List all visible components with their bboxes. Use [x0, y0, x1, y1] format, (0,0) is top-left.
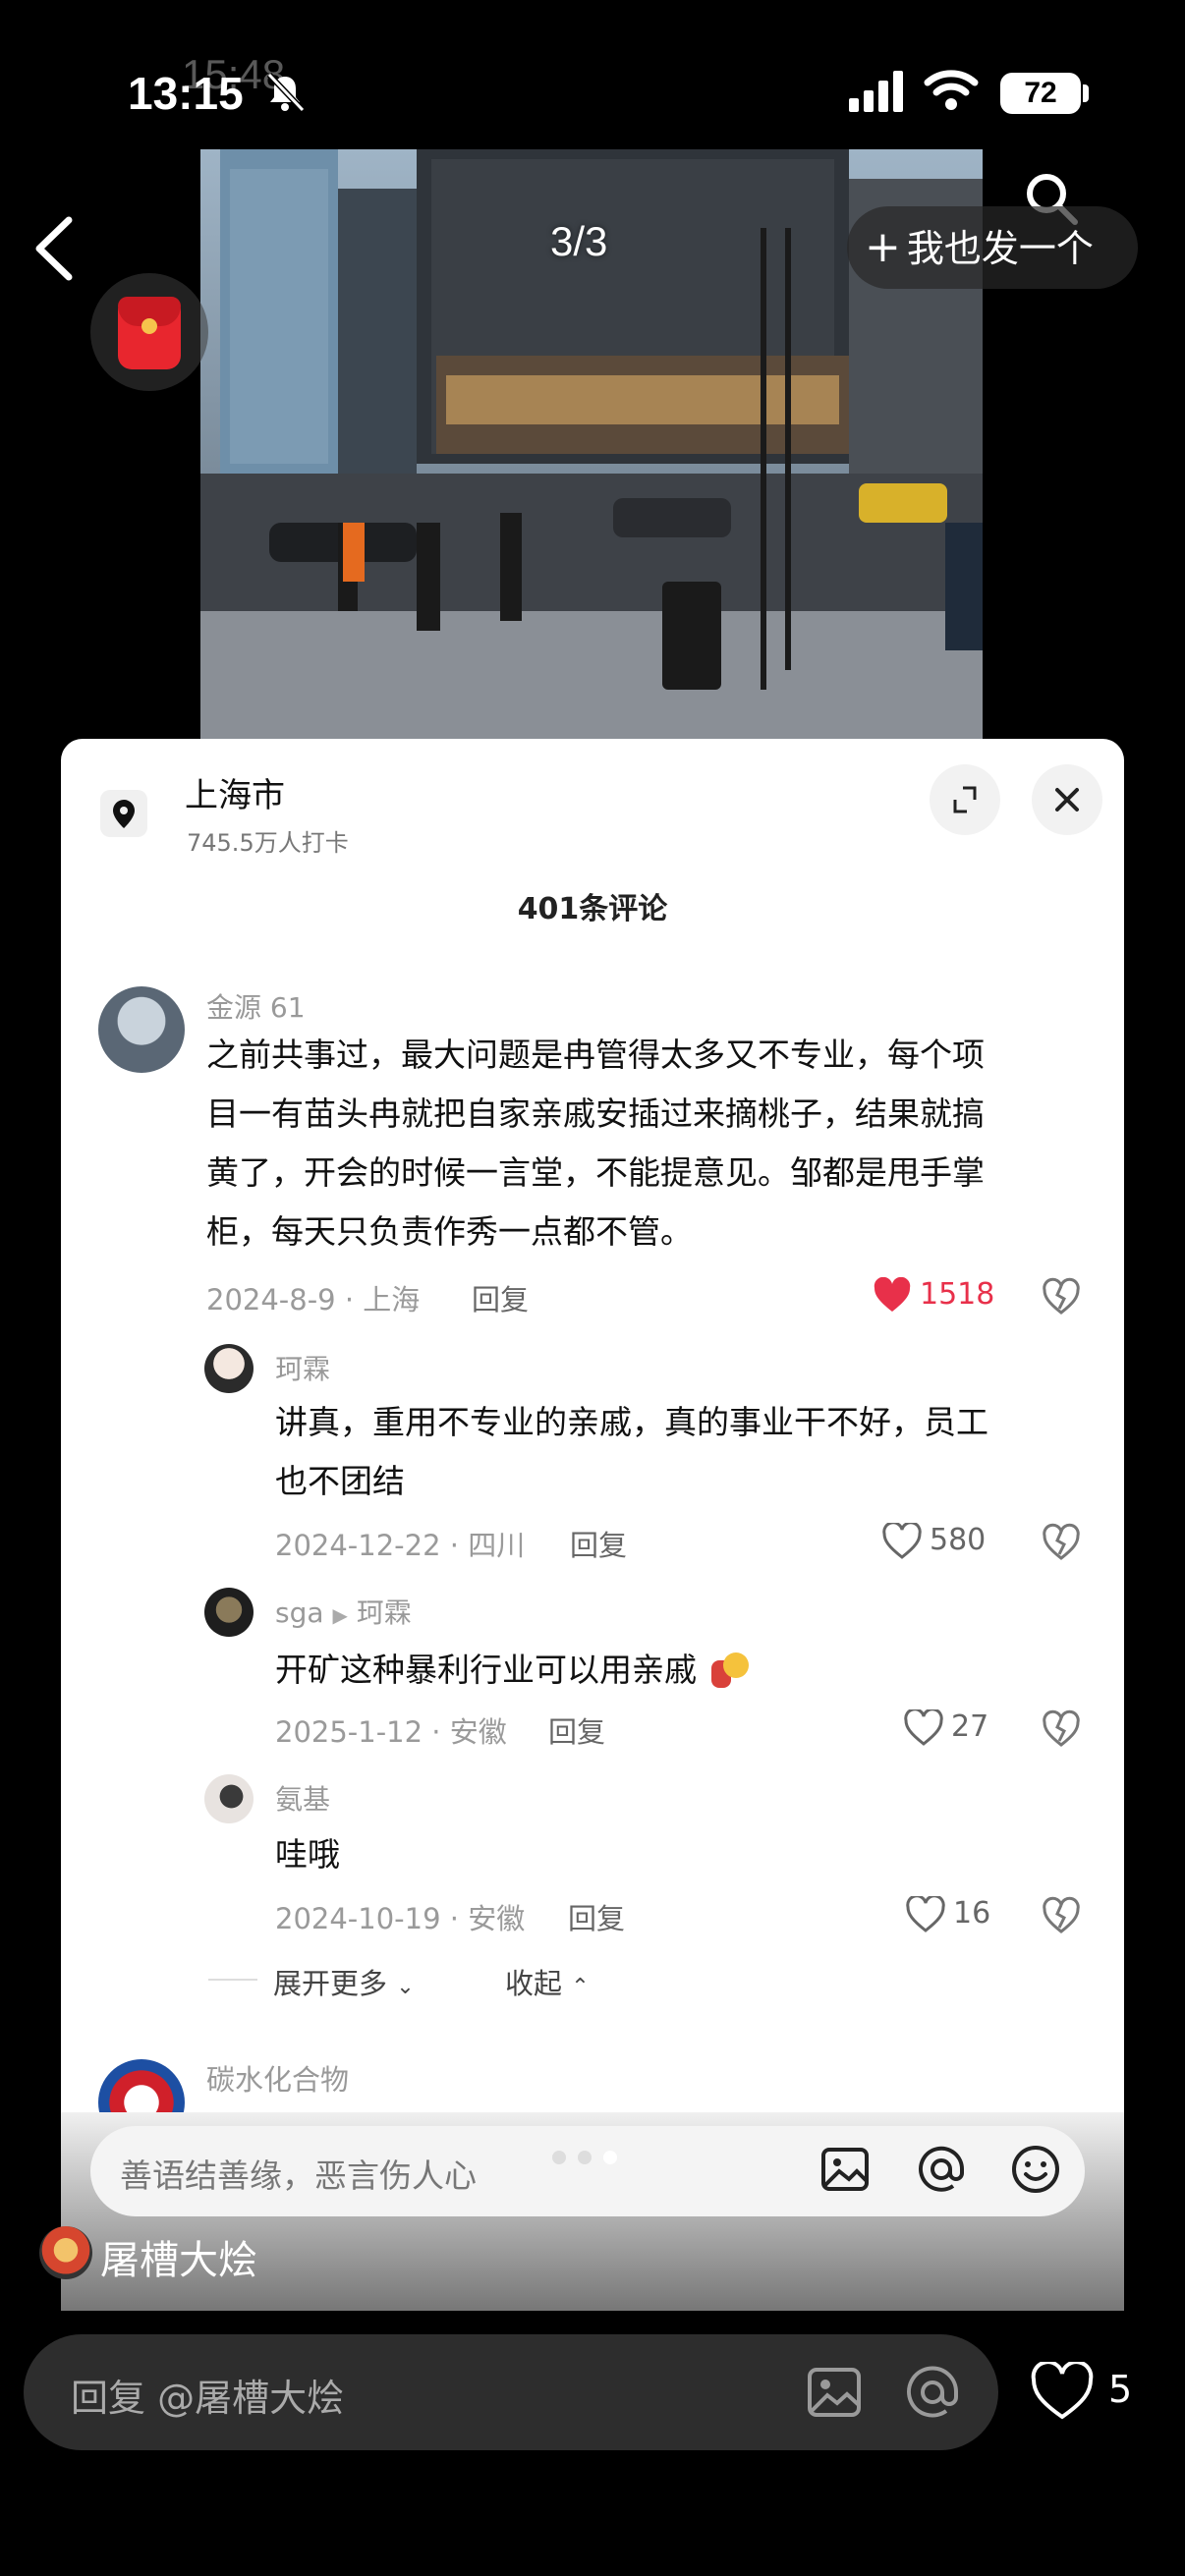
- plus-icon: +: [865, 222, 901, 272]
- reply-button[interactable]: 回复: [472, 1277, 529, 1318]
- post-too-button[interactable]: + 我也发一个: [847, 206, 1138, 289]
- at-icon[interactable]: [902, 2362, 963, 2423]
- reply-button[interactable]: 回复: [570, 1523, 627, 1564]
- like-count: 1518: [920, 1277, 995, 1312]
- comment-panel: 上海市 745.5万人打卡 401条评论 金源 61 之前共事过，最大问题是冉管…: [61, 739, 1124, 2311]
- comment-username[interactable]: 碳水化合物: [206, 2057, 349, 2099]
- heart-icon[interactable]: [904, 1709, 943, 1747]
- author-name[interactable]: 屠槽大烩: [100, 2228, 257, 2285]
- reply-input-placeholder: 回复 @屠槽大烩: [71, 2377, 345, 2420]
- thread-divider: [208, 1979, 257, 1981]
- carousel-dots: [552, 2150, 629, 2168]
- image-icon[interactable]: [804, 2362, 865, 2423]
- bell-mute-icon: [266, 72, 306, 113]
- comment-count-title: 401条评论: [517, 892, 668, 926]
- comment-text-line: 柜，每天只负责作秀一点都不管。: [206, 1212, 693, 1251]
- dislike-icon[interactable]: [1042, 1277, 1081, 1316]
- avatar[interactable]: [98, 986, 185, 1073]
- red-packet-coin: [141, 318, 157, 334]
- reply-author[interactable]: sga: [275, 1596, 324, 1629]
- carousel-dot-active: [603, 2151, 617, 2164]
- comment-input-placeholder: 善语结善缘，恶言伤人心: [120, 2156, 477, 2195]
- dislike-icon[interactable]: [1042, 1709, 1081, 1749]
- cellular-signal-icon: [849, 71, 903, 112]
- comment-username[interactable]: 金源 61: [206, 986, 306, 1026]
- avatar[interactable]: [204, 1344, 254, 1393]
- heart-icon[interactable]: [882, 1523, 922, 1560]
- wifi-icon: [924, 70, 979, 110]
- chevron-down-icon: ⌄: [396, 1975, 415, 1999]
- comment-meta: 2024-10-19 · 安徽: [275, 1902, 526, 1935]
- post-like-count: 5: [1108, 2368, 1133, 2411]
- reply-button[interactable]: 回复: [548, 1709, 605, 1751]
- heart-icon[interactable]: [906, 1896, 945, 1933]
- back-icon[interactable]: [29, 214, 79, 283]
- status-time: 13:15: [128, 68, 244, 119]
- chevron-up-icon: ⌃: [571, 1975, 590, 1999]
- comment-meta: 2024-12-22 · 四川: [275, 1529, 526, 1562]
- comment-username[interactable]: sga ▶ 珂霖: [275, 1592, 412, 1631]
- comment-text-line: 讲真，重用不专业的亲戚，真的事业干不好，员工: [275, 1403, 988, 1441]
- expand-more-label: 展开更多: [273, 1967, 388, 2000]
- like-count: 580: [930, 1523, 987, 1557]
- avatar[interactable]: [204, 1774, 254, 1823]
- like-count: 27: [951, 1709, 989, 1744]
- at-icon[interactable]: [914, 2142, 969, 2197]
- reply-target[interactable]: 珂霖: [357, 1596, 412, 1629]
- battery-cap: [1083, 84, 1089, 102]
- location-name[interactable]: 上海市: [185, 768, 285, 816]
- comment-meta: 2025-1-12 · 安徽: [275, 1715, 507, 1749]
- location-pin-icon: [100, 790, 147, 837]
- reply-arrow-icon: ▶: [332, 1603, 348, 1627]
- dislike-icon[interactable]: [1042, 1896, 1081, 1935]
- comment-text-line: 也不团结: [275, 1462, 405, 1500]
- dislike-icon[interactable]: [1042, 1523, 1081, 1562]
- comment-username[interactable]: 氨基: [275, 1778, 330, 1818]
- heart-icon[interactable]: [873, 1277, 912, 1315]
- comment-text-line: 哇哦: [275, 1835, 340, 1874]
- carousel-dot: [552, 2151, 566, 2164]
- comment-text-line: 目一有苗头冉就把自家亲戚安插过来摘桃子，结果就搞: [206, 1094, 985, 1133]
- reply-button[interactable]: 回复: [568, 1896, 625, 1937]
- page-indicator: 3/3: [550, 218, 608, 264]
- battery-level: 72: [1000, 73, 1081, 114]
- comment-text-line: 开矿这种暴利行业可以用亲戚: [275, 1641, 751, 1700]
- heart-icon[interactable]: [1030, 2362, 1095, 2421]
- expand-button[interactable]: [930, 764, 1000, 835]
- emoji-icon: [707, 1652, 751, 1692]
- carousel-dot: [578, 2151, 592, 2164]
- collapse-button[interactable]: 收起 ⌃: [505, 1961, 590, 2002]
- like-count: 16: [953, 1896, 991, 1931]
- comment-meta: 2024-8-9 · 上海: [206, 1283, 421, 1316]
- close-button[interactable]: [1032, 764, 1102, 835]
- avatar[interactable]: [204, 1588, 254, 1637]
- post-too-label: 我也发一个: [906, 227, 1094, 270]
- location-checkins: 745.5万人打卡: [187, 829, 349, 857]
- emoji-icon[interactable]: [1008, 2142, 1063, 2197]
- red-packet-icon[interactable]: [90, 273, 208, 391]
- comment-username[interactable]: 珂霖: [275, 1348, 330, 1387]
- close-icon: [1055, 788, 1079, 812]
- image-icon[interactable]: [818, 2142, 873, 2197]
- comment-text: 开矿这种暴利行业可以用亲戚: [275, 1651, 697, 1689]
- expand-more-button[interactable]: 展开更多 ⌄: [273, 1961, 415, 2002]
- comment-text-line: 黄了，开会的时候一言堂，不能提意见。邹都是甩手掌: [206, 1153, 985, 1192]
- collapse-label: 收起: [505, 1967, 563, 2000]
- author-avatar[interactable]: [39, 2226, 92, 2279]
- comment-text-line: 之前共事过，最大问题是冉管得太多又不专业，每个项: [206, 1036, 985, 1074]
- expand-icon: [953, 786, 977, 813]
